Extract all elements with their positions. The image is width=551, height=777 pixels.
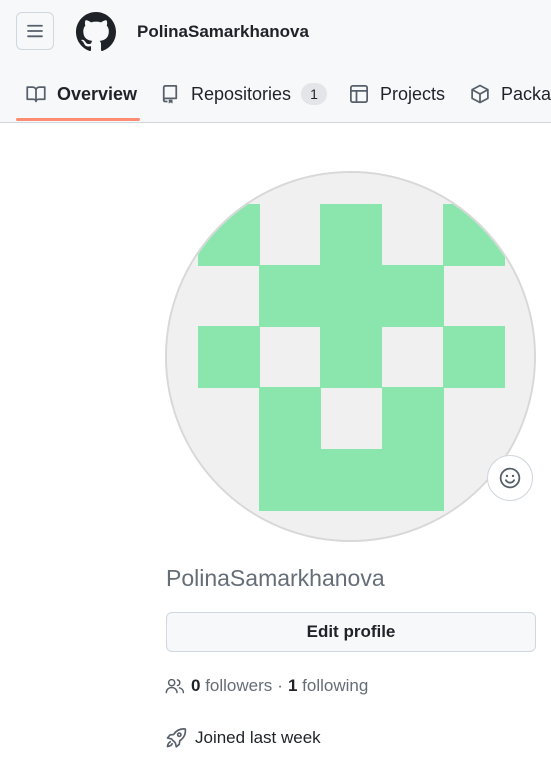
menu-button[interactable] [16,12,54,50]
hamburger-icon [27,24,43,38]
tab-packages[interactable]: Packages [470,68,551,120]
selected-tab-indicator [16,118,140,121]
tab-projects[interactable]: Projects [349,68,445,120]
followers-count: 0 [191,676,201,695]
following-count: 1 [287,676,298,695]
joined-text: Joined last week [195,728,321,747]
joined-info: Joined last week [165,726,321,750]
following-link[interactable]: 1 following [288,676,368,696]
follow-stats: 0 followers · 1 following [165,675,368,697]
tab-packages-label: Packages [501,83,551,104]
followers-link[interactable]: 0 followers [191,676,272,696]
app-header: PolinaSamarkhanova Overview Repositories… [0,0,551,123]
set-status-button[interactable] [487,455,533,501]
profile-tabs: Overview Repositories 1 Projects Package… [0,68,551,122]
package-icon [471,84,489,104]
avatar[interactable] [165,171,536,542]
tab-projects-label: Projects [380,83,446,104]
repo-icon [162,85,178,104]
github-logo-icon[interactable] [76,12,116,52]
edit-profile-button[interactable]: Edit profile [166,612,536,652]
following-label: following [302,676,369,695]
tab-repositories-label: Repositories [191,83,292,104]
follow-separator: · [277,676,283,695]
people-icon [165,678,185,694]
followers-label: followers [205,676,273,695]
book-icon [26,86,46,103]
identicon-image [167,173,534,540]
tab-overview-label: Overview [57,83,138,104]
table-icon [350,85,368,103]
header-username[interactable]: PolinaSamarkhanova [137,22,309,42]
tab-repositories[interactable]: Repositories 1 [160,68,328,120]
profile-username: PolinaSamarkhanova [166,565,385,591]
repositories-counter: 1 [301,83,328,105]
rocket-icon [166,728,187,748]
tab-overview[interactable]: Overview [26,68,137,120]
smiley-icon [499,467,521,489]
